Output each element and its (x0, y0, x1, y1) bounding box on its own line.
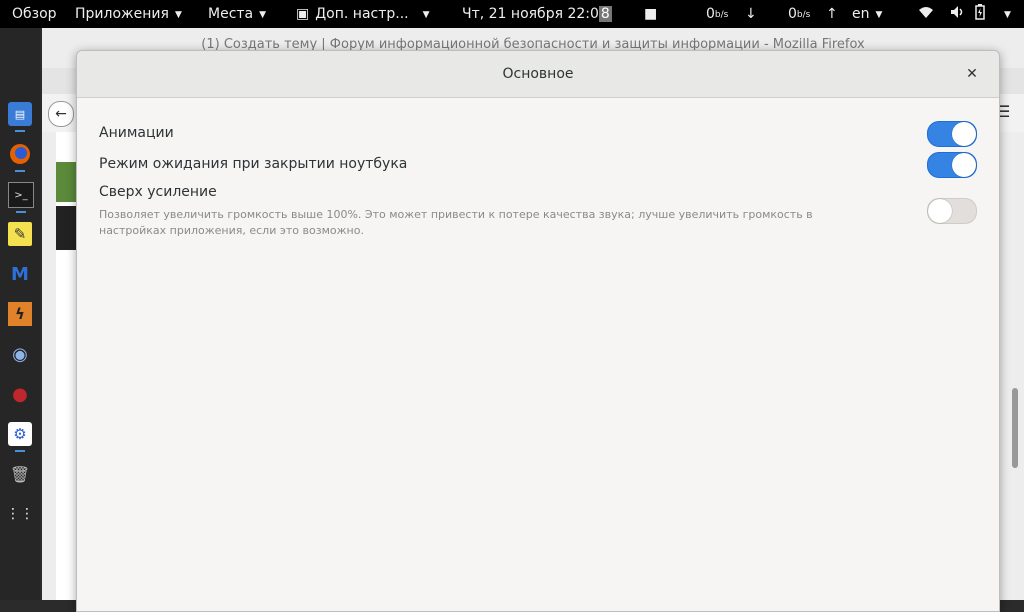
time-label: 22:0 (567, 6, 599, 22)
toggle-knob (952, 153, 976, 177)
page-scrollbar[interactable] (1012, 388, 1018, 468)
page-header-block (56, 206, 78, 250)
dock: ▤ >_ ✎ M ϟ ◉ ● ⚙ 🗑 ⋮⋮ (0, 28, 40, 600)
date-label: Чт, 21 ноября (462, 6, 564, 22)
download-speed-unit: b/s (714, 10, 729, 20)
close-icon[interactable]: ✕ (961, 63, 983, 85)
over-amplification-toggle[interactable] (927, 198, 977, 224)
terminal-icon[interactable]: >_ (8, 182, 34, 213)
language-label: en (852, 6, 870, 22)
overview-button[interactable]: Обзор (12, 0, 57, 28)
system-menu[interactable]: ▼ (998, 0, 1011, 28)
suspend-on-lid-close-label: Режим ожидания при закрытии ноутбука (99, 156, 408, 172)
chevron-down-icon: ▼ (875, 10, 883, 20)
clock[interactable]: Чт, 21 ноября 22:0 8 (462, 0, 612, 28)
wifi-icon[interactable] (918, 0, 934, 28)
files-icon[interactable]: ▤ (8, 102, 32, 132)
animations-label: Анимации (99, 125, 174, 141)
network-download-speed: 0b/s (706, 0, 728, 28)
upload-speed-value: 0 (788, 6, 797, 22)
chevron-down-icon: ▼ (422, 10, 430, 20)
active-app-label: Доп. настр... (315, 6, 409, 22)
battery-icon[interactable] (975, 0, 985, 28)
download-speed-value: 0 (706, 6, 715, 22)
volume-icon[interactable] (950, 0, 964, 28)
animations-toggle[interactable] (927, 121, 977, 147)
settings-app-icon: ▣ (296, 6, 310, 22)
upload-speed-unit: b/s (796, 10, 811, 20)
places-label: Места (208, 6, 254, 22)
active-app-menu[interactable]: ▣ Доп. настр... ▼ (296, 0, 430, 28)
places-menu[interactable]: Места ▼ (208, 0, 266, 28)
page-banner (56, 162, 78, 202)
back-arrow-icon[interactable]: ← (48, 101, 74, 127)
over-amplification-label: Сверх усиление (99, 184, 217, 200)
chevron-down-icon: ▼ (174, 10, 182, 20)
top-bar: Обзор Приложения ▼ Места ▼ ▣ Доп. настр... ▼… (0, 0, 1024, 28)
text-editor-icon[interactable]: ✎ (8, 222, 32, 246)
show-apps-icon[interactable]: ⋮⋮ (6, 502, 34, 526)
over-amplification-description: Позволяет увеличить громкость выше 100%.… (99, 208, 813, 237)
settings-dialog: Основное ✕ Анимации Режим ожидания при з… (76, 50, 1000, 612)
time-selected-digit: 8 (598, 6, 612, 22)
screen-recorder-icon[interactable]: ■ (644, 0, 657, 28)
chevron-down-icon: ▼ (259, 10, 267, 20)
dialog-header: Основное ✕ (77, 51, 999, 98)
trash-icon[interactable]: 🗑 (8, 462, 32, 486)
toggle-knob (928, 199, 952, 223)
arrow-down-icon: ↓ (745, 6, 757, 22)
burpsuite-icon[interactable]: ϟ (8, 302, 32, 326)
arrow-up-icon: ↑ (826, 6, 838, 22)
cherrytree-icon[interactable]: ● (8, 382, 32, 406)
settings-tweaks-icon[interactable]: ⚙ (8, 422, 32, 452)
applications-label: Приложения (75, 6, 169, 22)
suspend-on-lid-close-toggle[interactable] (927, 152, 977, 178)
eye-icon[interactable]: ◉ (8, 342, 32, 366)
page-content (56, 132, 78, 600)
chevron-down-icon: ▼ (1004, 10, 1011, 20)
applications-menu[interactable]: Приложения ▼ (75, 0, 182, 28)
metasploit-icon[interactable]: M (8, 262, 32, 286)
network-upload-speed: 0b/s (788, 0, 810, 28)
firefox-icon[interactable] (8, 142, 32, 172)
language-menu[interactable]: en ▼ (852, 0, 882, 28)
toggle-knob (952, 122, 976, 146)
dialog-title: Основное (502, 66, 574, 82)
